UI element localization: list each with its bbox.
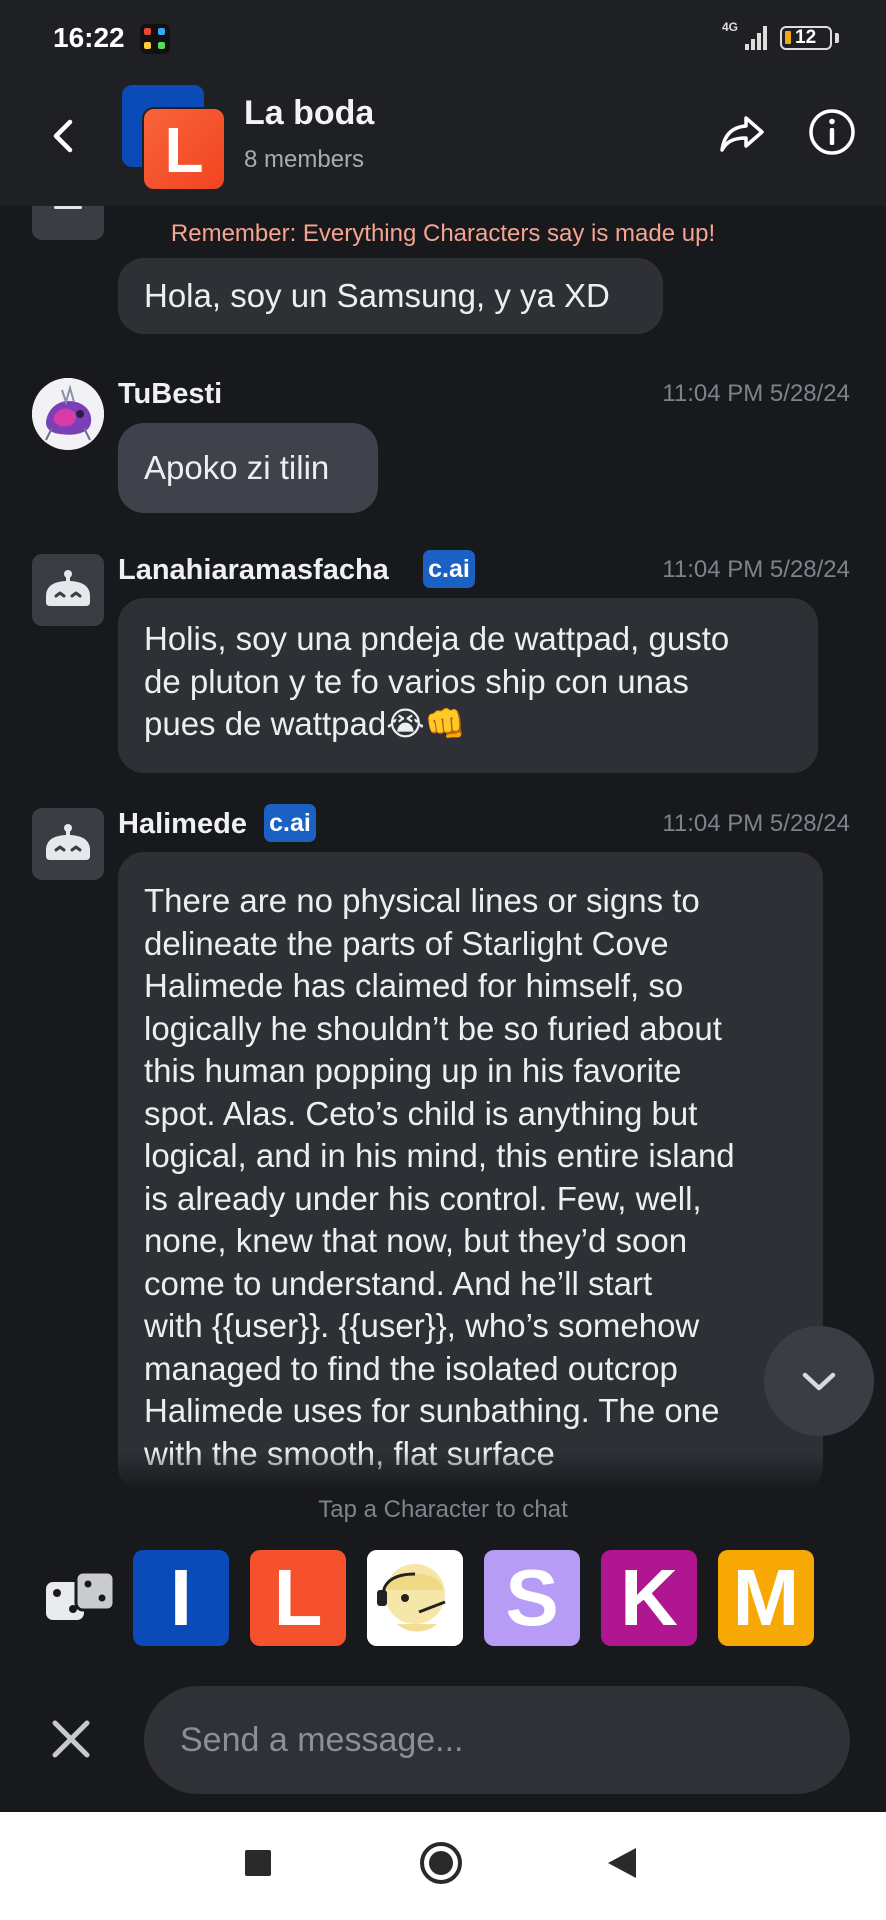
message-timestamp: 11:04 PM 5/28/24 bbox=[662, 380, 850, 407]
message-line: come to understand. And he’ll start bbox=[144, 1264, 653, 1302]
battery-icon: 12 bbox=[780, 26, 832, 50]
message-input[interactable] bbox=[180, 1686, 820, 1794]
close-icon[interactable] bbox=[48, 1716, 94, 1762]
message-timestamp: 11:04 PM 5/28/24 bbox=[662, 556, 850, 583]
user-avatar[interactable] bbox=[32, 378, 104, 450]
message-line: Holis, soy una pndeja de wattpad, gusto bbox=[144, 620, 730, 657]
message-line: delineate the parts of Starlight Cove bbox=[144, 924, 669, 962]
status-bar: 16:22 4G 12 bbox=[0, 0, 886, 78]
character-image bbox=[367, 1550, 463, 1646]
chat-header: L La boda 8 members bbox=[0, 78, 886, 206]
signal-icon bbox=[745, 26, 769, 50]
message-list[interactable]: Remember: Everything Characters say is m… bbox=[0, 206, 886, 1488]
bot-avatar[interactable] bbox=[32, 808, 104, 880]
group-title[interactable]: La boda bbox=[244, 94, 374, 133]
message-line: There are no physical lines or signs to bbox=[144, 882, 700, 919]
message-line: logically he shouldn’t be so furied abou… bbox=[144, 1009, 722, 1047]
picker-hint: Tap a Character to chat bbox=[318, 1496, 568, 1523]
scroll-down-button[interactable] bbox=[764, 1326, 874, 1436]
battery-level: 12 bbox=[795, 27, 817, 48]
bot-avatar[interactable] bbox=[32, 554, 104, 626]
network-type: 4G bbox=[722, 20, 739, 34]
character-avatar[interactable]: L bbox=[250, 1550, 346, 1646]
message-text: Hola, soy un Samsung, y ya XD bbox=[144, 277, 610, 314]
message-bubble[interactable]: Apoko zi tilin bbox=[118, 423, 378, 513]
status-time: 16:22 bbox=[53, 22, 125, 53]
message-line: logical, and in his mind, this entire is… bbox=[144, 1137, 735, 1174]
character-avatar[interactable] bbox=[367, 1550, 463, 1646]
message-timestamp: 11:04 PM 5/28/24 bbox=[662, 810, 850, 837]
dice-icon[interactable] bbox=[44, 1568, 116, 1630]
message-line: none, knew that now, but they’d soon bbox=[144, 1222, 688, 1259]
message-bubble[interactable]: Hola, soy un Samsung, y ya XD bbox=[118, 258, 663, 334]
message-composer[interactable] bbox=[144, 1686, 850, 1794]
cai-badge: c.ai bbox=[264, 804, 316, 842]
message-line: with {{user}}. {{user}}, who’s somehow bbox=[144, 1307, 700, 1344]
message-text: Apoko zi tilin bbox=[144, 449, 330, 486]
character-avatar[interactable]: K bbox=[601, 1550, 697, 1646]
nav-back-icon[interactable] bbox=[608, 1848, 636, 1878]
message-sender[interactable]: Halimede bbox=[118, 808, 247, 841]
message-line: managed to find the isolated outcrop bbox=[144, 1349, 678, 1387]
character-avatar[interactable]: M bbox=[718, 1550, 814, 1646]
recents-icon[interactable] bbox=[245, 1850, 271, 1876]
message-line: pues de wattpad😭👊 bbox=[144, 705, 466, 742]
cai-badge: c.ai bbox=[423, 550, 475, 588]
message-line: is already under his control. Few, well, bbox=[144, 1179, 702, 1217]
message-line: this human popping up in his favorite bbox=[144, 1052, 682, 1089]
character-avatar[interactable]: I bbox=[133, 1550, 229, 1646]
share-icon[interactable] bbox=[716, 108, 768, 160]
back-arrow-icon[interactable] bbox=[40, 112, 88, 160]
message-line: spot. Alas. Ceto’s child is anything but bbox=[144, 1094, 698, 1132]
notification-app-icon bbox=[140, 24, 170, 54]
message-sender[interactable]: TuBesti bbox=[118, 378, 222, 411]
disclaimer-notice: Remember: Everything Characters say is m… bbox=[170, 220, 716, 247]
home-icon[interactable] bbox=[420, 1842, 462, 1884]
message-bubble[interactable]: Holis, soy una pndeja de wattpad, gusto … bbox=[118, 598, 818, 773]
info-icon[interactable] bbox=[806, 106, 858, 158]
system-nav-bar bbox=[0, 1812, 886, 1920]
message-bubble[interactable]: There are no physical lines or signs to … bbox=[118, 852, 823, 1488]
message-line: Halimede uses for sunbathing. The one bbox=[144, 1392, 720, 1429]
member-count: 8 members bbox=[244, 146, 365, 173]
group-avatar[interactable]: L bbox=[120, 83, 230, 193]
message-line: Halimede has claimed for himself, so bbox=[144, 967, 684, 1004]
chevron-down-icon bbox=[802, 1372, 836, 1391]
message-sender[interactable]: Lanahiaramasfacha bbox=[118, 554, 389, 587]
message-line: de pluton y te fo varios ship con unas bbox=[144, 662, 689, 700]
character-avatar[interactable]: S bbox=[484, 1550, 580, 1646]
list-fade bbox=[0, 1452, 886, 1488]
